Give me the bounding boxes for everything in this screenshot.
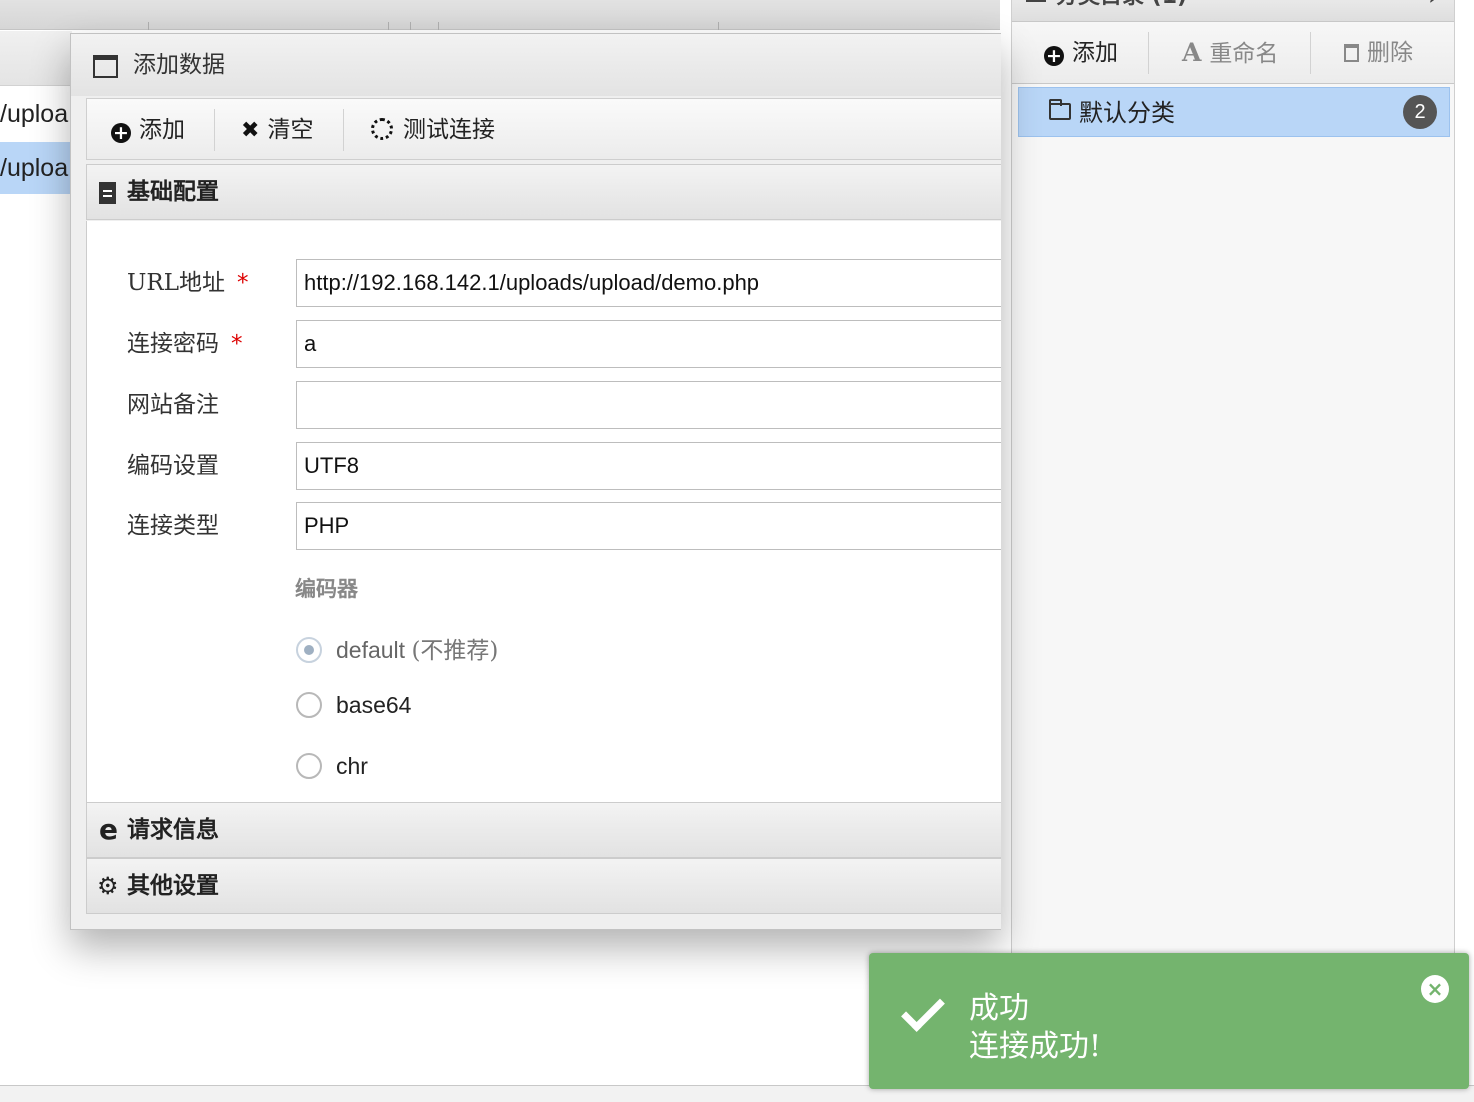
encoder-option-label: chr — [336, 753, 368, 779]
category-item-default[interactable]: 默认分类 2 — [1018, 87, 1450, 137]
category-add-button[interactable]: + 添加 — [1044, 34, 1118, 72]
category-item-label: 默认分类 — [1079, 99, 1175, 127]
background-header — [0, 0, 1000, 30]
password-label-text: 连接密码 — [127, 331, 219, 357]
basic-config-body: URL地址 * http://192.168.142.1/uploads/uplo… — [86, 221, 1001, 802]
encoder-title: 编码器 — [295, 576, 358, 601]
section-other-title: 其他设置 — [127, 873, 219, 899]
encoder-option-label: base64 — [336, 692, 412, 718]
note-field[interactable] — [296, 381, 1001, 429]
category-panel-header: 分类目录 (1) › — [1012, 0, 1454, 22]
font-icon: A — [1182, 38, 1202, 67]
success-toast: 成功 连接成功! × — [869, 953, 1469, 1089]
radio-button[interactable] — [296, 637, 322, 663]
required-mark: * — [236, 270, 249, 296]
dialog-toolbar: + 添加 ✖ 清空 测试连接 — [86, 98, 1001, 160]
category-rename-button[interactable]: A 重命名 — [1182, 34, 1278, 72]
url-label: URL地址 * — [127, 263, 248, 297]
encoder-option-base64[interactable]: base64 — [296, 692, 411, 719]
encoder-option-default[interactable]: default (不推荐) — [296, 631, 498, 665]
toolbar-separator — [1310, 32, 1311, 74]
close-icon: ✖ — [241, 118, 260, 143]
close-icon[interactable]: × — [1421, 975, 1449, 1003]
test-connection-label: 测试连接 — [403, 117, 495, 143]
background-toolbar — [0, 31, 72, 86]
category-count-badge: 2 — [1403, 95, 1437, 129]
add-button[interactable]: + 添加 — [111, 111, 185, 149]
encoding-select[interactable]: UTF8 — [296, 442, 1001, 490]
checkmark-icon — [901, 988, 945, 1032]
window-icon — [93, 55, 118, 78]
category-add-label: 添加 — [1072, 40, 1118, 66]
section-request-info[interactable]: e 请求信息 — [86, 802, 1001, 858]
collapse-icon[interactable]: › — [1429, 0, 1436, 10]
category-delete-label: 删除 — [1367, 40, 1413, 66]
plus-circle-icon: + — [1044, 46, 1064, 66]
column-divider — [388, 22, 389, 30]
note-label: 网站备注 — [127, 392, 219, 418]
section-request-title: 请求信息 — [127, 817, 219, 843]
encoder-option-note: (不推荐) — [411, 638, 499, 664]
column-divider — [718, 22, 719, 30]
required-mark: * — [231, 331, 243, 357]
window-icon — [1026, 0, 1046, 2]
clear-button-label: 清空 — [267, 117, 314, 143]
spinner-icon — [371, 118, 393, 140]
password-label: 连接密码 * — [127, 324, 243, 358]
browser-icon: e — [99, 813, 118, 846]
trash-icon — [1344, 44, 1359, 62]
toolbar-separator — [1148, 32, 1149, 74]
dialog-titlebar[interactable]: 添加数据 — [71, 34, 1001, 96]
category-toolbar: + 添加 A 重命名 删除 — [1012, 22, 1454, 84]
toast-message: 连接成功! — [969, 1029, 1102, 1064]
background-list-row-selected[interactable]: /uploa — [0, 142, 72, 194]
plus-circle-icon: + — [111, 123, 131, 143]
toolbar-separator — [343, 109, 344, 151]
dialog-title: 添加数据 — [133, 52, 225, 78]
section-basic-title: 基础配置 — [127, 179, 219, 205]
document-icon — [99, 182, 116, 204]
url-label-text: URL地址 — [127, 270, 225, 296]
connection-type-label: 连接类型 — [127, 513, 219, 539]
background-list-row[interactable]: /uploa — [0, 88, 72, 140]
test-connection-button[interactable]: 测试连接 — [371, 111, 495, 149]
gears-icon: ⚙ — [97, 872, 119, 900]
url-field[interactable]: http://192.168.142.1/uploads/upload/demo… — [296, 259, 1001, 307]
category-delete-button[interactable]: 删除 — [1344, 34, 1413, 72]
add-button-label: 添加 — [139, 117, 185, 143]
category-rename-label: 重命名 — [1209, 41, 1279, 67]
encoding-label: 编码设置 — [127, 453, 219, 479]
category-panel-title: 分类目录 (1) — [1056, 0, 1187, 9]
section-other-settings[interactable]: ⚙ 其他设置 — [86, 858, 1001, 914]
column-divider — [148, 22, 149, 30]
add-data-dialog: 添加数据 + 添加 ✖ 清空 测试连接 基础配置 URL地址 * http://192… — [70, 33, 1001, 930]
radio-button[interactable] — [296, 692, 322, 718]
encoder-option-chr[interactable]: chr — [296, 753, 368, 780]
radio-button[interactable] — [296, 753, 322, 779]
category-panel: 分类目录 (1) › + 添加 A 重命名 删除 默认分类 2 — [1011, 0, 1455, 1086]
encoder-option-label: default — [336, 637, 406, 663]
connection-type-select[interactable]: PHP — [296, 502, 1001, 550]
toolbar-separator — [214, 109, 215, 151]
column-divider — [410, 22, 411, 30]
password-field[interactable]: a — [296, 320, 1001, 368]
folder-icon — [1049, 99, 1071, 120]
section-basic-config[interactable]: 基础配置 — [86, 164, 1001, 220]
column-divider — [438, 22, 439, 30]
clear-button[interactable]: ✖ 清空 — [241, 111, 313, 149]
